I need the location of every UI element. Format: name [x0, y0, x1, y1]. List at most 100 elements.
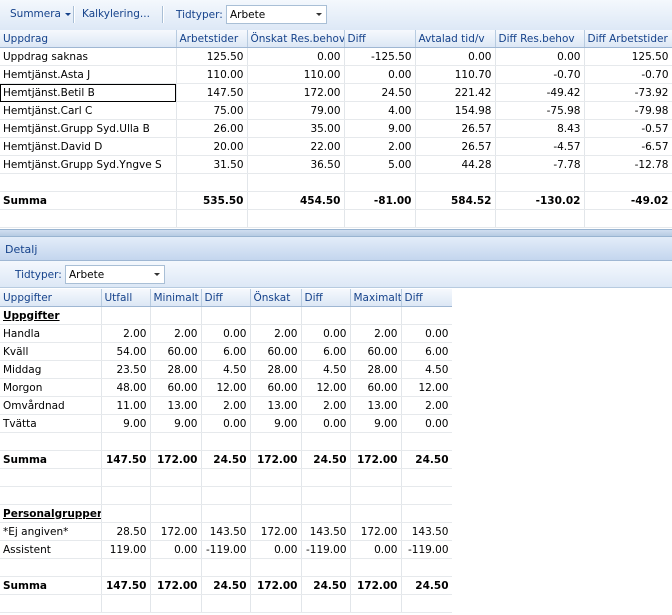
table-row[interactable]: Middag 23.50 28.00 4.50 28.00 4.50 28.00 4.50 — [0, 360, 453, 379]
value-cell[interactable]: 9.00 — [150, 414, 202, 433]
value-cell[interactable] — [247, 209, 345, 228]
value-cell[interactable] — [201, 594, 251, 613]
row-label-cell[interactable]: Handla — [0, 324, 102, 343]
value-cell[interactable]: 75.00 — [176, 101, 248, 120]
value-cell[interactable]: 535.50 — [176, 191, 248, 210]
value-cell[interactable]: 12.00 — [201, 378, 251, 397]
value-cell[interactable] — [250, 432, 302, 451]
value-cell[interactable]: 12.00 — [401, 378, 453, 397]
column-header[interactable]: Arbetstider — [176, 30, 248, 48]
row-label-cell[interactable]: Morgon — [0, 378, 102, 397]
value-cell[interactable]: 2.00 — [301, 396, 351, 415]
value-cell[interactable]: 147.50 — [176, 83, 248, 102]
column-header[interactable]: Diff — [401, 289, 453, 307]
row-label-cell[interactable]: Summa — [0, 450, 102, 469]
value-cell[interactable]: -49.02 — [584, 191, 672, 210]
value-cell[interactable]: 28.00 — [150, 360, 202, 379]
value-cell[interactable] — [301, 594, 351, 613]
value-cell[interactable]: 172.00 — [250, 522, 302, 541]
value-cell[interactable]: 26.57 — [415, 137, 496, 156]
value-cell[interactable] — [301, 558, 351, 577]
value-cell[interactable]: 8.43 — [495, 119, 585, 138]
value-cell[interactable]: -4.57 — [495, 137, 585, 156]
value-cell[interactable]: -12.78 — [584, 155, 672, 174]
value-cell[interactable]: 13.00 — [350, 396, 402, 415]
value-cell[interactable]: -73.92 — [584, 83, 672, 102]
value-cell[interactable]: 6.00 — [201, 342, 251, 361]
value-cell[interactable]: 143.50 — [401, 522, 453, 541]
value-cell[interactable]: 60.00 — [150, 378, 202, 397]
value-cell[interactable]: 44.28 — [415, 155, 496, 174]
value-cell[interactable]: 172.00 — [150, 576, 202, 595]
value-cell[interactable]: 6.00 — [401, 342, 453, 361]
column-header[interactable]: Utfall — [101, 289, 151, 307]
value-cell[interactable]: 28.50 — [101, 522, 151, 541]
value-cell[interactable] — [201, 486, 251, 505]
value-cell[interactable]: -119.00 — [201, 540, 251, 559]
table-row[interactable]: *Ej angiven* 28.50 172.00 143.50 172.00 143.5… — [0, 522, 453, 541]
value-cell[interactable]: 143.50 — [301, 522, 351, 541]
table-row[interactable]: Morgon 48.00 60.00 12.00 60.00 12.00 60.00 12.0… — [0, 378, 453, 397]
row-label-cell[interactable]: Hemtjänst.Grupp Syd.Ulla B — [0, 119, 177, 138]
tidtyper-select[interactable]: Arbete — [226, 5, 327, 24]
table-row[interactable] — [0, 594, 453, 613]
value-cell[interactable]: 24.50 — [401, 576, 453, 595]
row-label-cell[interactable]: Tvätta — [0, 414, 102, 433]
value-cell[interactable]: 110.00 — [176, 65, 248, 84]
value-cell[interactable]: 125.50 — [176, 47, 248, 66]
value-cell[interactable]: 28.00 — [350, 360, 402, 379]
value-cell[interactable] — [101, 558, 151, 577]
column-header[interactable]: Uppgifter — [0, 289, 102, 307]
value-cell[interactable]: 119.00 — [101, 540, 151, 559]
value-cell[interactable]: -79.98 — [584, 101, 672, 120]
value-cell[interactable]: 172.00 — [247, 83, 345, 102]
value-cell[interactable] — [350, 432, 402, 451]
value-cell[interactable]: 2.00 — [201, 396, 251, 415]
table-row[interactable]: Hemtjänst.Grupp Syd.Yngve S 31.50 36.50 5.0… — [0, 155, 672, 174]
row-label-cell[interactable]: Middag — [0, 360, 102, 379]
column-header[interactable]: Avtalad tid/v — [415, 30, 496, 48]
row-label-cell[interactable]: Hemtjänst.Betil B — [0, 83, 177, 102]
value-cell[interactable]: 2.00 — [250, 324, 302, 343]
value-cell[interactable] — [350, 558, 402, 577]
value-cell[interactable]: 26.57 — [415, 119, 496, 138]
table-row[interactable]: Handla 2.00 2.00 0.00 2.00 0.00 2.00 0.00 — [0, 324, 453, 343]
detail-tidtyper-select[interactable]: Arbete — [65, 265, 165, 284]
value-cell[interactable]: -81.00 — [344, 191, 416, 210]
value-cell[interactable]: 4.50 — [301, 360, 351, 379]
value-cell[interactable]: 60.00 — [350, 378, 402, 397]
column-header[interactable]: Diff — [201, 289, 251, 307]
table-row[interactable] — [0, 173, 672, 192]
column-header[interactable]: Minimalt — [150, 289, 202, 307]
value-cell[interactable]: 24.50 — [301, 576, 351, 595]
value-cell[interactable]: 172.00 — [250, 576, 302, 595]
table-row[interactable]: Hemtjänst.Asta J 110.00 110.00 0.00 110.70 -0… — [0, 65, 672, 84]
value-cell[interactable]: 28.00 — [250, 360, 302, 379]
value-cell[interactable]: 23.50 — [101, 360, 151, 379]
row-label-cell[interactable]: Summa — [0, 576, 102, 595]
column-header[interactable]: Önskat Res.behov — [247, 30, 345, 48]
row-label-cell[interactable] — [0, 594, 102, 613]
row-label-cell[interactable] — [0, 486, 102, 505]
value-cell[interactable]: 22.00 — [247, 137, 345, 156]
value-cell[interactable]: 0.00 — [301, 324, 351, 343]
value-cell[interactable]: 0.00 — [415, 47, 496, 66]
value-cell[interactable]: 0.00 — [401, 324, 453, 343]
value-cell[interactable] — [201, 432, 251, 451]
value-cell[interactable] — [301, 468, 351, 487]
value-cell[interactable]: 31.50 — [176, 155, 248, 174]
value-cell[interactable] — [247, 173, 345, 192]
value-cell[interactable]: 48.00 — [101, 378, 151, 397]
value-cell[interactable]: 9.00 — [350, 414, 402, 433]
value-cell[interactable]: -0.70 — [495, 65, 585, 84]
value-cell[interactable]: 24.50 — [201, 576, 251, 595]
value-cell[interactable]: 454.50 — [247, 191, 345, 210]
value-cell[interactable] — [495, 173, 585, 192]
value-cell[interactable]: 0.00 — [344, 65, 416, 84]
value-cell[interactable]: 147.50 — [101, 576, 151, 595]
value-cell[interactable] — [401, 594, 453, 613]
value-cell[interactable]: -0.57 — [584, 119, 672, 138]
value-cell[interactable]: 24.50 — [301, 450, 351, 469]
table-row[interactable]: Hemtjänst.David D 20.00 22.00 2.00 26.57 -4.5… — [0, 137, 672, 156]
row-label-cell[interactable]: Assistent — [0, 540, 102, 559]
